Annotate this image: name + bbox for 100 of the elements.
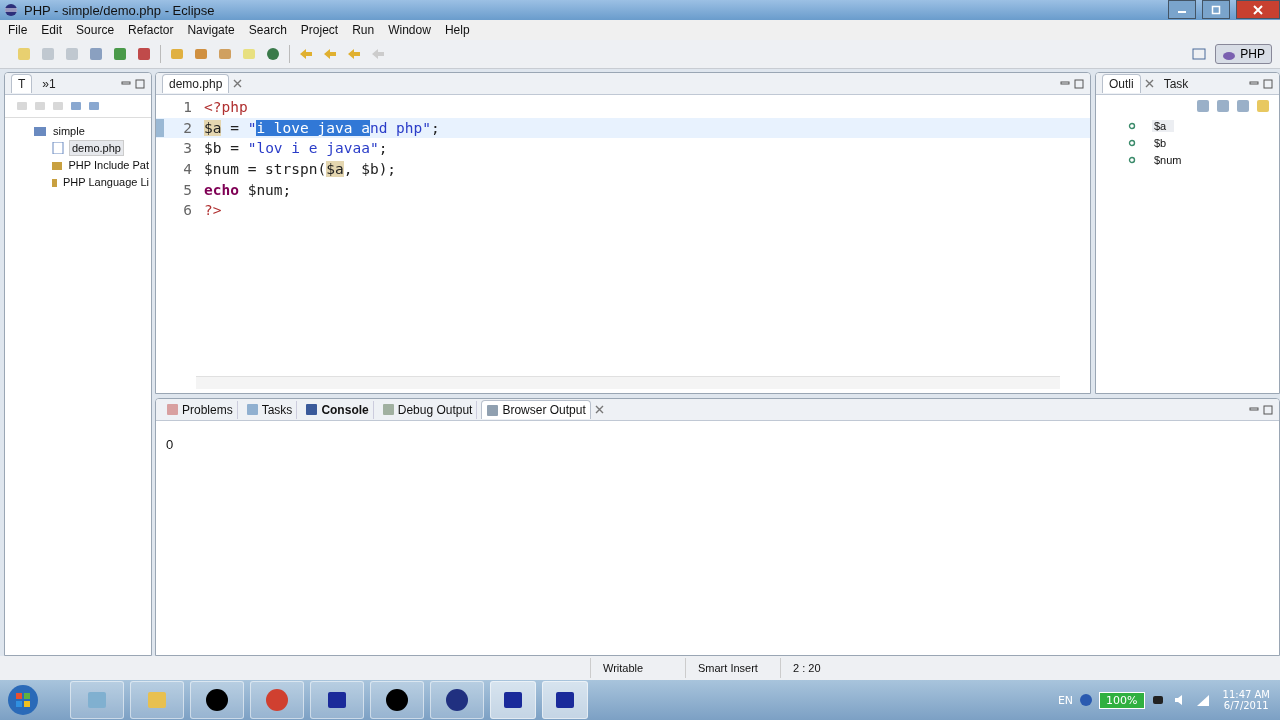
menu-item[interactable]: Help bbox=[444, 23, 470, 37]
status-field: Writable bbox=[590, 658, 685, 678]
menu-item[interactable]: File bbox=[8, 23, 28, 37]
taskbar-button[interactable] bbox=[430, 681, 484, 719]
maximize-icon[interactable] bbox=[135, 78, 145, 89]
view-tab[interactable]: Problems bbox=[162, 400, 238, 419]
taskbar-button[interactable] bbox=[310, 681, 364, 719]
code-token: ?> bbox=[204, 202, 222, 219]
code-token: = strspn( bbox=[246, 161, 327, 178]
menu-item[interactable]: Edit bbox=[41, 23, 63, 37]
line-number: 2 bbox=[182, 119, 192, 136]
tree-item[interactable]: PHP Language Li bbox=[60, 174, 151, 189]
tree-item[interactable]: simple bbox=[51, 123, 87, 138]
toolbar-icon[interactable] bbox=[1195, 98, 1211, 114]
taskbar-button[interactable] bbox=[190, 681, 244, 719]
code-token: nd php" bbox=[369, 119, 431, 136]
help-icon[interactable] bbox=[1079, 693, 1094, 707]
menu-item[interactable]: Navigate bbox=[187, 23, 235, 37]
eclipse-icon bbox=[4, 3, 18, 17]
code-token: $b bbox=[361, 161, 379, 178]
view-tab[interactable]: Console bbox=[301, 400, 374, 419]
menu-item[interactable]: Window bbox=[388, 23, 431, 37]
outline-item[interactable]: $num bbox=[1152, 153, 1190, 166]
status-field: Smart Insert bbox=[685, 658, 780, 678]
code-token: echo bbox=[204, 181, 239, 198]
arrow-icon[interactable] bbox=[322, 46, 338, 62]
view-tab[interactable]: »1 bbox=[36, 74, 62, 93]
maximize-button[interactable] bbox=[1202, 0, 1230, 19]
scroll-bar[interactable] bbox=[196, 376, 1060, 389]
toolbar-icon[interactable] bbox=[1235, 98, 1251, 114]
toolbar-icon[interactable] bbox=[217, 46, 233, 62]
line-number: 4 bbox=[182, 161, 192, 178]
menu-item[interactable]: Search bbox=[248, 23, 287, 37]
code-token: ); bbox=[378, 161, 397, 178]
taskbar-button[interactable] bbox=[490, 681, 536, 719]
view-tab[interactable]: Task bbox=[1157, 74, 1195, 93]
open-perspective-icon[interactable] bbox=[1191, 46, 1208, 62]
taskbar-button[interactable] bbox=[370, 681, 424, 719]
code-token: ; bbox=[431, 119, 440, 136]
view-icon bbox=[166, 403, 179, 416]
globe-icon[interactable] bbox=[265, 46, 281, 62]
code-token: i love java a bbox=[256, 119, 370, 136]
menu-item[interactable]: Project bbox=[300, 23, 339, 37]
line-number: 1 bbox=[182, 99, 192, 116]
maximize-icon[interactable] bbox=[1263, 404, 1273, 415]
view-tab[interactable]: Outli bbox=[1102, 74, 1141, 93]
folder-icon bbox=[33, 124, 47, 137]
menu-item[interactable]: Run bbox=[352, 23, 375, 37]
maximize-icon[interactable] bbox=[1074, 78, 1084, 89]
code-token: $a bbox=[326, 161, 344, 178]
toolbar-icon[interactable] bbox=[112, 46, 128, 62]
close-button[interactable] bbox=[1236, 0, 1280, 19]
view-tab[interactable]: Debug Output bbox=[377, 400, 478, 419]
outline-item[interactable]: $a bbox=[1152, 119, 1175, 132]
maximize-icon[interactable] bbox=[1263, 78, 1273, 89]
window-title: PHP - simple/demo.php - Eclipse bbox=[24, 2, 215, 18]
menu-item[interactable]: Refactor bbox=[128, 23, 174, 37]
arrow-icon[interactable] bbox=[346, 46, 362, 62]
editor-tab[interactable]: demo.php bbox=[162, 74, 230, 93]
outline-item[interactable]: $b bbox=[1152, 136, 1175, 149]
close-icon[interactable] bbox=[1144, 79, 1154, 88]
line-number: 6 bbox=[182, 202, 192, 219]
minimize-button[interactable] bbox=[1168, 0, 1196, 19]
toolbar-icon[interactable] bbox=[1215, 98, 1231, 114]
toolbar-icon[interactable] bbox=[69, 99, 83, 113]
close-icon[interactable] bbox=[594, 405, 604, 414]
line-number: 3 bbox=[182, 140, 192, 157]
toolbar-icon[interactable] bbox=[88, 46, 104, 62]
toolbar-icon[interactable] bbox=[169, 46, 185, 62]
start-button[interactable] bbox=[6, 683, 40, 717]
view-icon bbox=[245, 403, 259, 416]
maximize-icon bbox=[1211, 4, 1221, 15]
arrow-icon[interactable] bbox=[298, 46, 314, 62]
close-icon[interactable] bbox=[233, 79, 243, 88]
tree-item[interactable]: PHP Include Pat bbox=[66, 157, 151, 172]
code-token: " bbox=[247, 119, 257, 136]
toolbar-icon[interactable] bbox=[193, 46, 209, 62]
console-output: 0 bbox=[166, 437, 174, 452]
toolbar-icon[interactable] bbox=[136, 46, 152, 62]
code-token: $b bbox=[204, 140, 222, 157]
view-icon bbox=[381, 403, 395, 416]
app-icon bbox=[384, 687, 410, 713]
status-field: 2 : 20 bbox=[780, 658, 875, 678]
close-icon bbox=[1253, 4, 1263, 15]
menu-item[interactable]: Source bbox=[76, 23, 115, 37]
toolbar-icon[interactable] bbox=[87, 99, 101, 113]
code-token: <?php bbox=[204, 99, 248, 116]
code-token: $a bbox=[204, 119, 222, 136]
taskbar-button[interactable] bbox=[542, 681, 588, 719]
tree-item[interactable]: demo.php bbox=[69, 139, 124, 156]
view-tab[interactable]: Tasks bbox=[241, 400, 298, 419]
perspective-button[interactable]: PHP bbox=[1215, 44, 1272, 64]
view-icon bbox=[486, 403, 500, 417]
view-tab[interactable]: Browser Output bbox=[481, 400, 591, 419]
code-token: = bbox=[229, 140, 240, 157]
code-token: = bbox=[229, 119, 240, 136]
code-token: $num bbox=[204, 161, 239, 178]
code-token: $num; bbox=[246, 181, 292, 198]
line-number: 5 bbox=[182, 181, 192, 198]
view-tab[interactable]: T bbox=[11, 74, 33, 93]
